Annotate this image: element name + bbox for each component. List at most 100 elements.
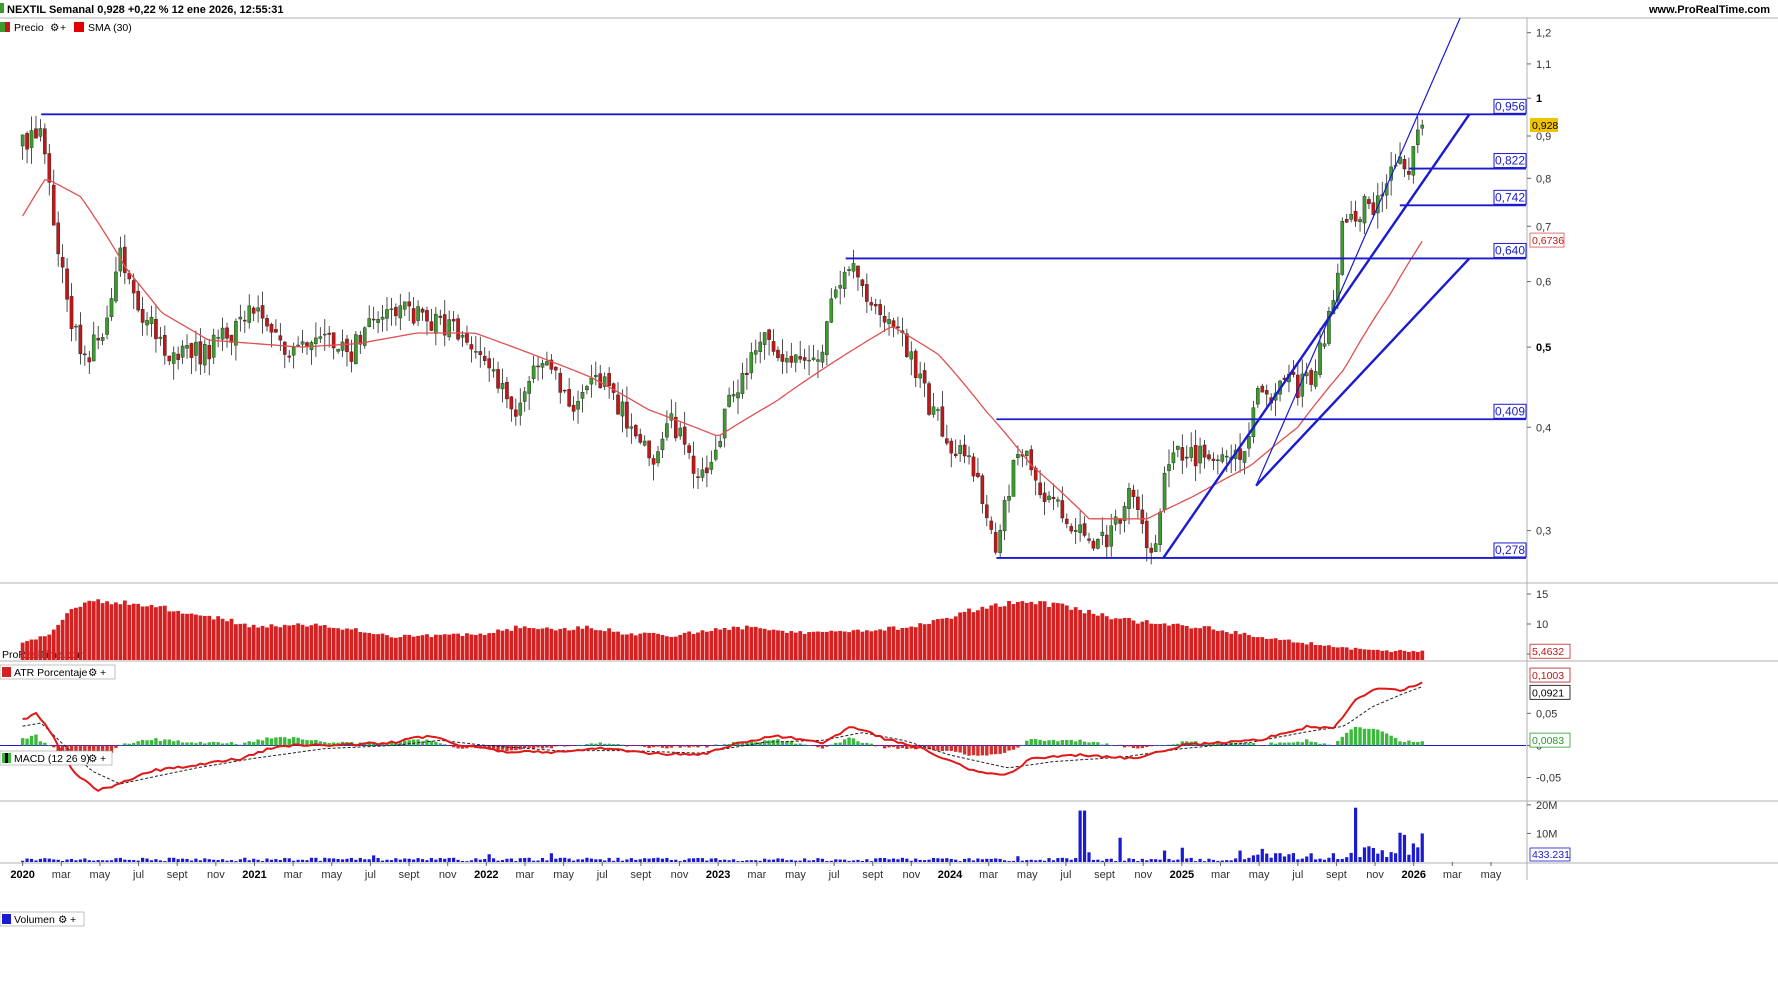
volume-bar: [1171, 860, 1176, 862]
macd-hist-bar: [189, 742, 194, 746]
atr-bar: [682, 632, 687, 660]
atr-y-tick-label: 10: [1536, 619, 1548, 631]
atr-bar: [167, 611, 172, 660]
volume-bar: [1229, 860, 1233, 862]
volume-bar: [794, 860, 798, 862]
atr-bar: [202, 615, 207, 660]
candle-body: [367, 318, 372, 327]
macd-hist-bar: [149, 740, 154, 746]
atr-bar: [500, 630, 505, 660]
macd-hist-bar: [847, 737, 851, 746]
wrench-icon[interactable]: ⚙: [58, 914, 67, 926]
plus-icon[interactable]: +: [60, 22, 66, 34]
atr-bar: [989, 605, 994, 660]
macd-legend-swatch-line: [5, 753, 8, 763]
atr-bar: [522, 626, 527, 660]
volume-bar: [274, 859, 278, 862]
plus-icon[interactable]: +: [100, 667, 106, 679]
volume-bar: [189, 860, 194, 862]
atr-bar: [1122, 617, 1127, 660]
volume-bar: [1025, 860, 1029, 862]
candle-body: [1073, 530, 1078, 532]
volume-bar: [776, 858, 780, 862]
candle-body: [522, 391, 527, 402]
macd-hist-bar: [274, 737, 278, 746]
atr-bar: [496, 629, 500, 660]
wrench-icon[interactable]: ⚙: [88, 753, 97, 765]
macd-hist-bar: [851, 738, 856, 746]
atr-bar: [891, 626, 896, 660]
candle-body: [842, 271, 847, 289]
macd-hist-bar: [43, 742, 47, 746]
chart-title: NEXTIL Semanal 0,928 +0,22 % 12 ene 2026…: [7, 4, 284, 16]
atr-bar: [1060, 603, 1065, 660]
volume-bar: [1331, 853, 1335, 862]
atr-bar: [958, 612, 963, 660]
atr-bar: [385, 635, 389, 660]
atr-bar: [1389, 652, 1394, 660]
atr-bar: [1309, 642, 1314, 660]
volume-bar: [1282, 856, 1287, 862]
candle-body: [869, 302, 874, 306]
volume-bar: [1211, 859, 1216, 862]
volume-bar: [127, 859, 131, 862]
volume-bar: [1398, 832, 1402, 862]
volume-bar: [603, 860, 607, 862]
plus-icon[interactable]: +: [70, 914, 76, 926]
candle-body: [496, 369, 500, 389]
volume-legend[interactable]: Volumen ⚙ +: [0, 911, 85, 927]
macd-hist-bar: [1291, 742, 1296, 746]
macd-hist-bar: [962, 745, 967, 755]
macd-hist-bar: [1256, 744, 1260, 746]
volume-bar: [856, 859, 860, 862]
macd-hist-bar: [1420, 741, 1424, 746]
macd-hist-bar: [167, 739, 171, 746]
volume-bar: [416, 858, 420, 862]
candle-body: [1153, 543, 1158, 552]
volume-bar: [985, 858, 989, 862]
macd-legend[interactable]: MACD (12 26 9) ⚙ +: [0, 750, 113, 766]
candle-body: [78, 324, 83, 355]
atr-bar: [1420, 650, 1425, 660]
candle-body: [1127, 487, 1131, 509]
macd-hist-bar: [834, 742, 838, 746]
candle-body: [642, 440, 647, 446]
atr-legend[interactable]: ATR Porcentaje ⚙ +: [0, 664, 116, 680]
atr-bar: [971, 612, 976, 660]
candle-body: [269, 323, 274, 333]
atr-bar: [1260, 637, 1265, 660]
candle-body: [1180, 447, 1185, 461]
atr-bar: [696, 632, 700, 660]
volume-bar: [345, 858, 349, 862]
atr-bar: [1038, 601, 1043, 660]
volume-bar: [29, 858, 34, 862]
x-tick-label: mar: [1211, 869, 1230, 881]
atr-bar: [296, 623, 301, 660]
atr-bar: [56, 624, 61, 660]
atr-bar: [367, 632, 372, 660]
atr-bar: [1131, 620, 1136, 660]
wrench-icon[interactable]: ⚙: [88, 667, 97, 679]
macd-hist-bar: [794, 743, 798, 746]
y-tick-label: 0,4: [1536, 422, 1551, 434]
atr-bar: [1367, 649, 1371, 660]
price-legend[interactable]: Precio ⚙ + SMA (30): [0, 22, 132, 34]
volume-bar: [167, 857, 171, 862]
candle-body: [434, 313, 438, 334]
volume-bar: [1114, 861, 1118, 862]
macd-hist-bar: [820, 745, 825, 749]
volume-bar: [718, 860, 722, 862]
volume-bar: [74, 860, 78, 862]
plus-icon[interactable]: +: [100, 753, 106, 765]
candle-body: [1064, 518, 1069, 524]
wrench-icon[interactable]: ⚙: [50, 22, 59, 34]
candle-body: [189, 343, 194, 358]
candle-body: [838, 285, 842, 289]
macd-hist-bar: [211, 741, 216, 746]
volume-bar: [1011, 860, 1016, 862]
atr-bar: [122, 600, 127, 660]
macd-hist-bar: [509, 745, 514, 751]
candle-body: [1322, 343, 1327, 347]
candle-body: [20, 134, 25, 147]
atr-bar: [784, 632, 789, 660]
